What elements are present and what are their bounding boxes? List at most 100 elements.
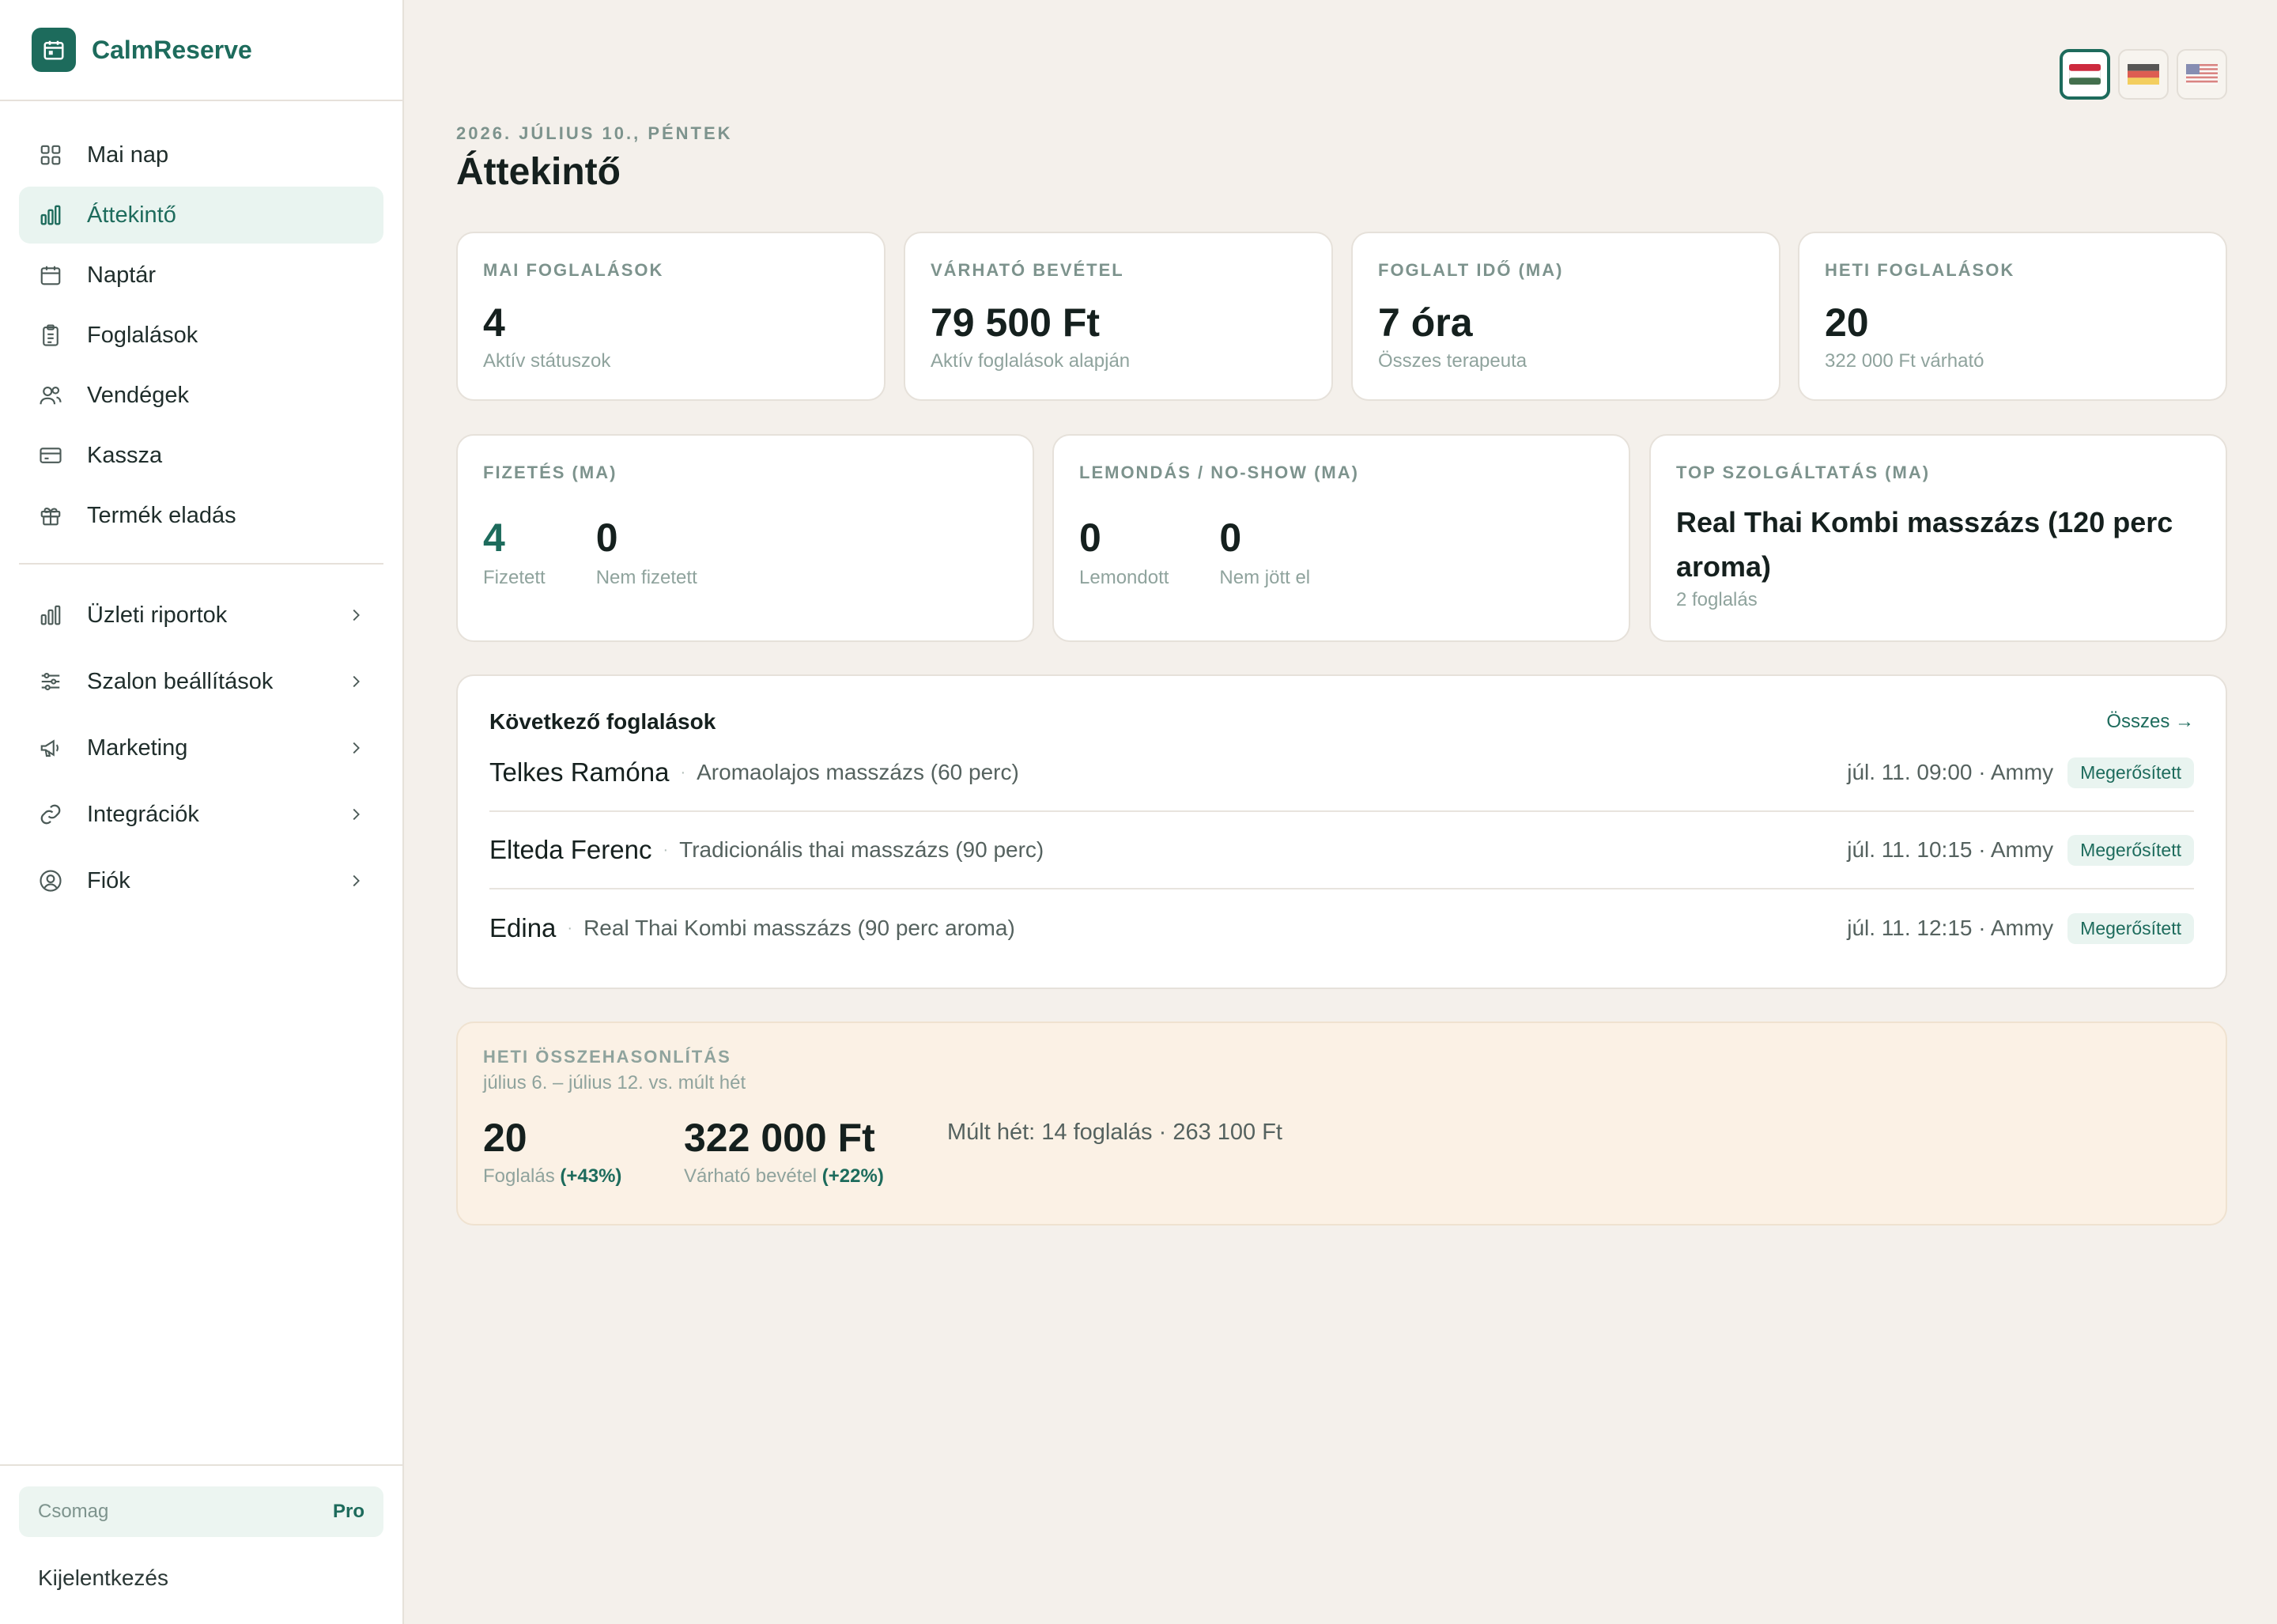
stat-sub: 322 000 Ft várható [1825, 350, 1984, 372]
sidebar-item-attekinto[interactable]: Áttekintő [19, 187, 383, 244]
plan-indicator[interactable]: Csomag Pro [19, 1486, 383, 1537]
status-badge: Megerősített [2067, 757, 2194, 788]
noshow-stat: 0 Nem jött el [1219, 515, 1310, 589]
flag-de-button[interactable] [2118, 49, 2169, 100]
booking-guest-name: Elteda Ferenc [489, 835, 652, 864]
stat-sub: Aktív státuszok [483, 350, 611, 372]
megaphone-icon [38, 735, 63, 761]
sidebar-group-marketing[interactable]: Marketing [19, 716, 383, 780]
weekly-bookings-value: 20 [483, 1116, 527, 1160]
weekly-revenue-label: Várható bevétel [684, 1165, 818, 1187]
sidebar-group-uzleti-riportok[interactable]: Üzleti riportok [19, 584, 383, 647]
sidebar-item-mai-nap[interactable]: Mai nap [19, 127, 383, 183]
booking-row[interactable]: Telkes Ramóna · Aromaolajos masszázs (60… [489, 735, 2194, 812]
unpaid-value: 0 [595, 516, 618, 560]
user-circle-icon [38, 868, 63, 893]
booking-guest-name: Telkes Ramóna [489, 757, 670, 787]
hungary-flag-icon [2069, 64, 2101, 85]
upcoming-header: Következő foglalások Összes → [489, 709, 2194, 735]
cancelled-label: Lemondott [1079, 567, 1169, 588]
flag-us-button[interactable] [2177, 49, 2227, 100]
booking-service: Real Thai Kombi masszázs (90 perc aroma) [583, 916, 1015, 940]
sidebar-item-vendegek[interactable]: Vendégek [19, 367, 383, 424]
stat-label: HETI FOGLALÁSOK [1825, 260, 2015, 280]
cancelled-stat: 0 Lemondott [1079, 515, 1169, 589]
unpaid-stat: 0 Nem fizetett [596, 515, 697, 589]
booking-service: Tradicionális thai masszázs (90 perc) [679, 837, 1044, 862]
cancellations-card[interactable]: LEMONDÁS / NO-SHOW (MA) 0 Lemondott 0 Ne… [1052, 434, 1630, 642]
weekly-revenue-caption: Várható bevétel (+22%) [684, 1165, 947, 1188]
gift-icon [38, 503, 63, 528]
view-all-link[interactable]: Összes → [2106, 711, 2194, 733]
stat-sub: Aktív foglalások alapján [931, 350, 1131, 372]
stat-label: MAI FOGLALÁSOK [483, 260, 664, 280]
bar-chart-icon [38, 202, 63, 228]
chevron-right-icon [347, 739, 364, 757]
sidebar-item-kassza[interactable]: Kassza [19, 427, 383, 484]
sidebar-group-label: Szalon beállítások [87, 668, 274, 694]
main-nav: Mai nap Áttekintő Naptár Foglalások Vend… [0, 101, 402, 912]
credit-card-icon [38, 443, 63, 468]
brand[interactable]: CalmReserve [0, 0, 402, 101]
upcoming-bookings-card: Következő foglalások Összes → Telkes Ram… [456, 674, 2227, 989]
sidebar-item-termek-eladas[interactable]: Termék eladás [19, 487, 383, 544]
flag-hu-button[interactable] [2060, 49, 2110, 100]
germany-flag-icon [2128, 64, 2159, 85]
plan-value: Pro [332, 1501, 364, 1522]
app-name: CalmReserve [92, 35, 252, 64]
chevron-right-icon [347, 673, 364, 690]
top-service-label: TOP SZOLGÁLTATÁS (MA) [1676, 463, 1931, 482]
booking-guest-name: Edina [489, 913, 557, 942]
payment-card[interactable]: FIZETÉS (MA) 4 Fizetett 0 Nem fizetett [456, 434, 1034, 642]
sidebar-item-label: Foglalások [87, 322, 198, 348]
bar-chart-icon [38, 602, 63, 628]
upcoming-list: Telkes Ramóna · Aromaolajos masszázs (60… [489, 735, 2194, 967]
booking-row[interactable]: Edina · Real Thai Kombi masszázs (90 per… [489, 889, 2194, 967]
cancellations-label: LEMONDÁS / NO-SHOW (MA) [1079, 463, 1359, 482]
paid-stat: 4 Fizetett [483, 515, 546, 589]
booking-row[interactable]: Elteda Ferenc · Tradicionális thai massz… [489, 812, 2194, 889]
current-date: 2026. JÚLIUS 10., PÉNTEK [456, 123, 733, 143]
logout-link[interactable]: Kijelentkezés [19, 1565, 383, 1591]
stat-card-today-bookings[interactable]: MAI FOGLALÁSOK 4 Aktív státuszok [456, 232, 886, 401]
sidebar: CalmReserve Mai nap Áttekintő Naptár Fog… [0, 0, 404, 1624]
sidebar-group-fiok[interactable]: Fiók [19, 849, 383, 912]
sidebar-item-foglalasok[interactable]: Foglalások [19, 307, 383, 364]
stat-value: 7 óra [1378, 300, 1473, 345]
booking-time: júl. 11. 10:15 · Ammy [1847, 837, 2054, 862]
weekly-stats: 20 Foglalás (+43%) 322 000 Ft Várható be… [483, 1115, 2200, 1188]
weekly-range: július 6. – július 12. vs. múlt hét [483, 1072, 746, 1093]
weekly-bookings: 20 Foglalás (+43%) [483, 1115, 684, 1188]
sidebar-item-label: Termék eladás [87, 502, 236, 528]
sidebar-item-label: Áttekintő [87, 202, 176, 228]
paid-label: Fizetett [483, 567, 546, 588]
noshow-label: Nem jött el [1219, 567, 1311, 588]
weekly-comparison-card: HETI ÖSSZEHASONLÍTÁS július 6. – július … [456, 1022, 2227, 1226]
status-badge: Megerősített [2067, 834, 2194, 866]
sidebar-group-szalon-beallitasok[interactable]: Szalon beállítások [19, 650, 383, 713]
stat-label: VÁRHATÓ BEVÉTEL [931, 260, 1124, 280]
sidebar-group-integraciok[interactable]: Integrációk [19, 783, 383, 846]
sidebar-item-label: Vendégek [87, 382, 190, 408]
previous-week-summary: Múlt hét: 14 foglalás · 263 100 Ft [947, 1120, 1282, 1145]
users-icon [38, 383, 63, 408]
sidebar-footer: Csomag Pro Kijelentkezés [0, 1464, 402, 1624]
paid-value: 4 [483, 516, 505, 560]
top-service-sub: 2 foglalás [1676, 589, 1758, 610]
stat-value: 4 [483, 300, 505, 345]
sidebar-group-label: Fiók [87, 867, 130, 893]
sidebar-item-label: Kassza [87, 442, 163, 468]
stat-card-booked-time[interactable]: FOGLALT IDŐ (MA) 7 óra Összes terapeuta [1351, 232, 1780, 401]
sidebar-group-label: Integrációk [87, 801, 199, 827]
payment-label: FIZETÉS (MA) [483, 463, 617, 482]
sidebar-group-label: Üzleti riportok [87, 602, 228, 628]
stat-sub: Összes terapeuta [1378, 350, 1527, 372]
booking-time: júl. 11. 12:15 · Ammy [1847, 916, 2054, 940]
top-service-card[interactable]: TOP SZOLGÁLTATÁS (MA) Real Thai Kombi ma… [1649, 434, 2227, 642]
stat-card-weekly-bookings[interactable]: HETI FOGLALÁSOK 20 322 000 Ft várható [1798, 232, 2227, 401]
language-switcher [2060, 49, 2227, 100]
weekly-revenue: 322 000 Ft Várható bevétel (+22%) [684, 1115, 947, 1188]
stat-card-expected-revenue[interactable]: VÁRHATÓ BEVÉTEL 79 500 Ft Aktív foglalás… [904, 232, 1333, 401]
sidebar-item-naptar[interactable]: Naptár [19, 247, 383, 304]
sidebar-divider [19, 563, 383, 565]
